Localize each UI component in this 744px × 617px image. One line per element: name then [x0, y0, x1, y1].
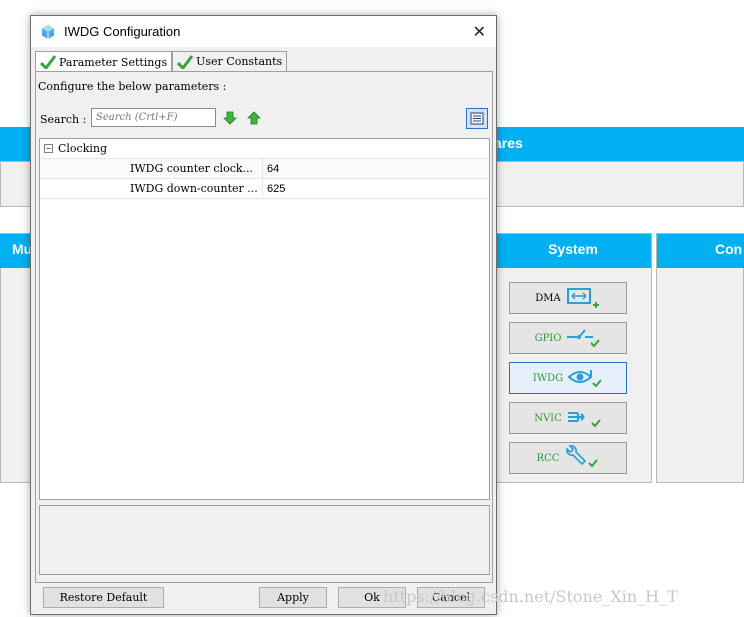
nvic-button[interactable]: NVIC	[509, 402, 627, 434]
list-view-button[interactable]	[466, 108, 488, 129]
restore-default-button[interactable]: Restore Default	[43, 587, 164, 608]
dma-label: DMA	[535, 292, 561, 304]
check-icon	[177, 54, 194, 69]
dialog-titlebar: IWDG Configuration ✕	[31, 16, 496, 47]
iwdg-button[interactable]: IWDG	[509, 362, 627, 394]
tree-row[interactable]: IWDG down-counter ... 625	[40, 179, 489, 199]
rcc-button[interactable]: RCC	[509, 442, 627, 474]
control-panel	[656, 233, 744, 483]
gpio-icon	[567, 329, 601, 348]
watermark: https://blog.csdn.net/Stone_Xin_H_T	[383, 587, 678, 606]
tab-parameter-settings-label: Parameter Settings	[59, 55, 168, 69]
iwdg-configuration-dialog: IWDG Configuration ✕ Parameter Settings …	[30, 15, 497, 615]
parameter-value[interactable]: 64	[262, 159, 279, 178]
gpio-label: GPIO	[534, 332, 562, 344]
collapse-icon[interactable]: −	[44, 144, 53, 153]
close-icon[interactable]: ✕	[473, 22, 486, 41]
search-up-arrow-icon[interactable]	[247, 111, 261, 125]
cube-icon	[42, 24, 54, 39]
gpio-button[interactable]: GPIO	[509, 322, 627, 354]
dma-icon	[566, 288, 599, 308]
parameter-name: IWDG counter clock...	[130, 162, 254, 175]
parameter-value[interactable]: 625	[262, 179, 285, 198]
tab-bar: Parameter Settings User Constants	[35, 51, 288, 72]
nvic-icon	[567, 412, 601, 428]
middleware-label: ares	[494, 135, 523, 151]
parameter-name: IWDG down-counter ...	[130, 182, 258, 195]
control-header: Con	[657, 234, 744, 268]
tab-parameter-settings[interactable]: Parameter Settings	[35, 51, 173, 72]
search-down-arrow-icon[interactable]	[223, 111, 237, 125]
apply-button[interactable]: Apply	[259, 587, 327, 608]
tab-user-constants-label: User Constants	[196, 55, 283, 68]
dialog-title: IWDG Configuration	[64, 24, 181, 39]
nvic-label: NVIC	[534, 412, 562, 424]
tree-group-clocking[interactable]: − Clocking	[40, 139, 489, 159]
system-label: System	[548, 241, 598, 257]
tab-user-constants[interactable]: User Constants	[172, 51, 288, 71]
tree-row[interactable]: IWDG counter clock... 64	[40, 159, 489, 179]
iwdg-label: IWDG	[532, 372, 564, 384]
configure-label: Configure the below parameters :	[38, 80, 227, 93]
system-header: System	[495, 234, 651, 268]
parameter-settings-content: Configure the below parameters : Search …	[35, 71, 493, 583]
list-view-icon	[470, 112, 484, 125]
parameter-tree: − Clocking IWDG counter clock... 64 IWDG…	[39, 138, 490, 500]
description-box	[39, 505, 490, 575]
search-label: Search :	[40, 113, 87, 126]
group-label: Clocking	[58, 142, 108, 155]
control-label: Con	[715, 241, 743, 257]
eye-icon	[567, 370, 602, 388]
search-input[interactable]	[91, 108, 216, 127]
rcc-label: RCC	[536, 452, 560, 464]
dma-button[interactable]: DMA	[509, 282, 627, 314]
check-icon	[40, 55, 56, 69]
wrench-icon	[566, 445, 599, 468]
